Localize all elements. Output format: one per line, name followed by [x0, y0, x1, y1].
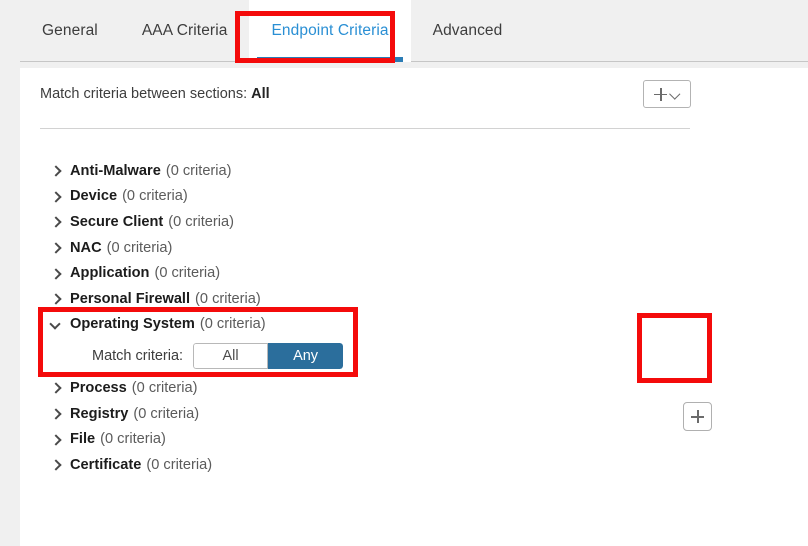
chevron-right-icon: [51, 434, 62, 445]
criteria-count: (0 criteria): [133, 405, 200, 422]
match-criteria-label: Match criteria:: [92, 348, 184, 365]
criteria-row-operating-system[interactable]: Operating System (0 criteria): [20, 312, 808, 338]
criteria-row-application[interactable]: Application (0 criteria): [20, 260, 808, 286]
match-criteria-toggle: All Any: [193, 343, 344, 370]
tab-label: General: [42, 22, 98, 39]
criteria-count: (0 criteria): [195, 290, 261, 307]
criteria-name: Anti-Malware: [70, 162, 161, 179]
criteria-name: Certificate: [70, 456, 142, 473]
match-between-sections-row: Match criteria between sections: All: [40, 86, 270, 102]
criteria-count: (0 criteria): [106, 239, 173, 256]
chevron-right-icon: [51, 165, 62, 176]
tab-label: AAA Criteria: [141, 22, 228, 39]
add-criteria-menu-button[interactable]: [643, 80, 691, 108]
match-criteria-option-all[interactable]: All: [193, 343, 269, 370]
chevron-right-icon: [51, 459, 62, 470]
criteria-name: Process: [70, 379, 127, 396]
criteria-count: (0 criteria): [165, 162, 232, 179]
chevron-right-icon: [51, 268, 62, 279]
criteria-name: NAC: [70, 239, 102, 256]
chevron-down-icon: [671, 90, 680, 99]
tab-list: General AAA Criteria Endpoint Criteria A…: [20, 0, 524, 62]
tab-endpoint-criteria[interactable]: Endpoint Criteria: [249, 0, 411, 62]
endpoint-criteria-panel: Match criteria between sections: All Ant…: [20, 68, 808, 546]
operating-system-expanded-body: Match criteria: All Any: [20, 337, 808, 375]
criteria-name: Operating System: [70, 316, 195, 333]
criteria-row-certificate[interactable]: Certificate (0 criteria): [20, 452, 808, 478]
plus-icon: [691, 410, 704, 423]
tab-aaa-criteria[interactable]: AAA Criteria: [120, 0, 250, 62]
criteria-name: Application: [70, 265, 150, 282]
chevron-right-icon: [51, 216, 62, 227]
tab-advanced[interactable]: Advanced: [411, 0, 525, 62]
tab-general[interactable]: General: [20, 0, 120, 62]
section-divider: [40, 128, 690, 129]
chevron-right-icon: [51, 382, 62, 393]
chevron-right-icon: [51, 293, 62, 304]
criteria-name: File: [70, 431, 96, 448]
tab-label: Endpoint Criteria: [271, 22, 389, 39]
criteria-row-process[interactable]: Process (0 criteria): [20, 375, 808, 401]
criteria-count: (0 criteria): [199, 316, 266, 333]
app-root: General AAA Criteria Endpoint Criteria A…: [0, 0, 808, 546]
match-between-sections-value[interactable]: All: [251, 86, 270, 102]
criteria-row-anti-malware[interactable]: Anti-Malware (0 criteria): [20, 158, 808, 184]
criteria-name: Registry: [70, 405, 129, 422]
criteria-row-personal-firewall[interactable]: Personal Firewall (0 criteria): [20, 286, 808, 312]
plus-icon: [654, 87, 667, 101]
criteria-count: (0 criteria): [168, 213, 234, 230]
criteria-row-secure-client[interactable]: Secure Client (0 criteria): [20, 209, 808, 235]
chevron-down-icon: [51, 319, 62, 330]
match-criteria-option-any[interactable]: Any: [268, 343, 344, 370]
tab-label: Advanced: [432, 22, 503, 39]
criteria-count: (0 criteria): [146, 456, 213, 473]
criteria-row-device[interactable]: Device (0 criteria): [20, 184, 808, 210]
criteria-count: (0 criteria): [122, 188, 188, 205]
criteria-name: Secure Client: [70, 213, 164, 230]
chevron-right-icon: [51, 191, 62, 202]
match-between-sections-label: Match criteria between sections:: [40, 86, 248, 102]
chevron-right-icon: [51, 242, 62, 253]
criteria-count: (0 criteria): [100, 431, 166, 448]
criteria-count: (0 criteria): [154, 265, 221, 282]
chevron-right-icon: [51, 408, 62, 419]
criteria-count: (0 criteria): [131, 379, 198, 396]
criteria-name: Device: [70, 188, 118, 205]
tab-active-underline: [257, 57, 403, 62]
tab-bar: General AAA Criteria Endpoint Criteria A…: [0, 0, 808, 68]
criteria-name: Personal Firewall: [70, 290, 191, 307]
criteria-row-nac[interactable]: NAC (0 criteria): [20, 235, 808, 261]
add-operating-system-criteria-button[interactable]: [683, 402, 712, 431]
